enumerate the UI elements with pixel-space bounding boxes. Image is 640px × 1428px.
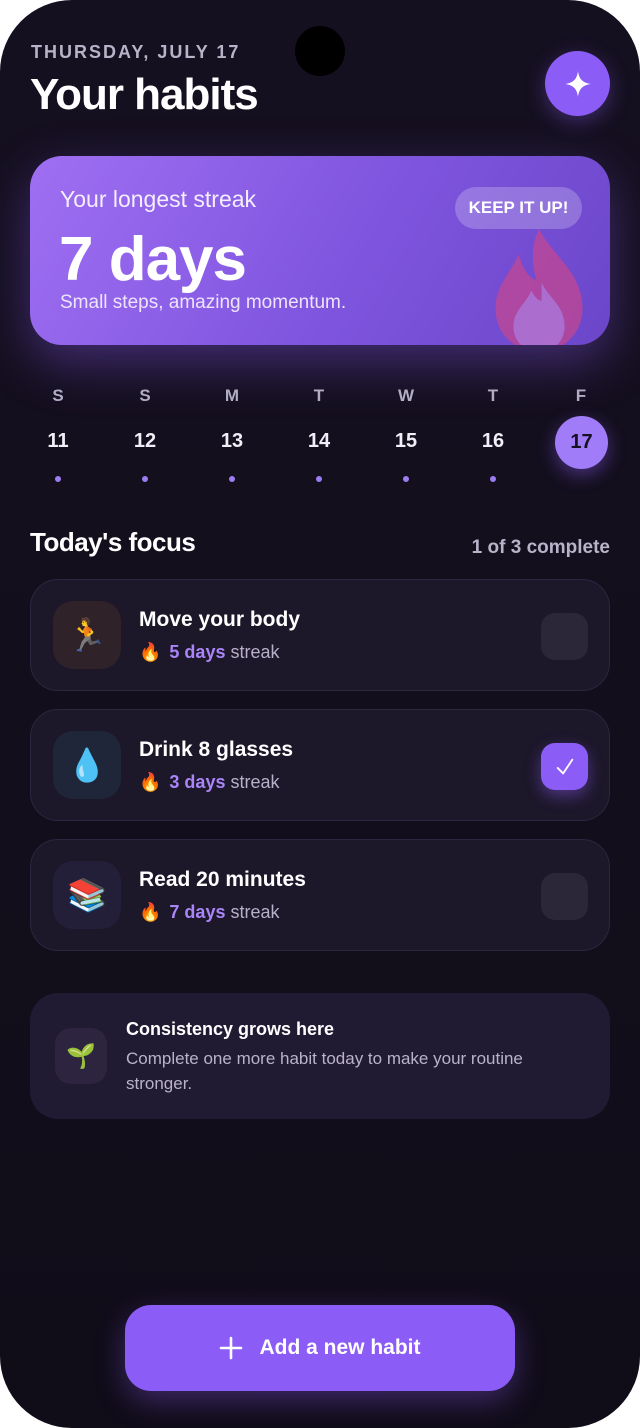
completion-dot [142,476,148,482]
seedling-icon: 🌱 [55,1028,107,1084]
weekday-label: T [487,386,499,405]
flame-icon: 🔥 [139,772,162,792]
day-14[interactable]: 14 [299,430,339,453]
day-12[interactable]: 12 [125,430,165,453]
habit-checkbox[interactable] [541,873,588,920]
plus-icon [220,1336,243,1360]
streak-count: 5 days [169,642,226,662]
runner-icon: 🏃 [53,601,121,669]
current-date: THURSDAY, JULY 17 [31,42,241,62]
day-13[interactable]: 13 [212,430,252,453]
weekday-label: T [313,386,325,405]
longest-streak-card[interactable]: Your longest streak 7 days Small steps, … [30,156,610,345]
habit-name: Read 20 minutes [139,868,306,891]
weekday-label: M [224,386,240,405]
tip-title: Consistency grows here [126,1019,335,1039]
streak-label: Your longest streak [60,186,257,212]
streak-suffix: streak [230,772,280,792]
checkmark-icon [556,758,573,774]
add-habit-label: Add a new habit [259,1336,421,1359]
weekday-label: S [52,386,64,405]
completion-dot [316,476,322,482]
flame-icon: 🔥 [139,642,162,662]
streak-suffix: streak [230,642,280,662]
streak-subtitle: Small steps, amazing momentum. [60,292,347,313]
habit-streak: 🔥 3 days streak [139,772,280,793]
habit-card-drink-8-glasses[interactable]: 💧 Drink 8 glasses 🔥 3 days streak [30,709,610,821]
sparkle-button[interactable] [545,51,610,116]
habit-card-read-20-minutes[interactable]: 📚 Read 20 minutes 🔥 7 days streak [30,839,610,951]
completion-dot [403,476,409,482]
completion-count: 1 of 3 complete [471,537,610,558]
add-habit-button[interactable]: Add a new habit [125,1305,515,1391]
consistency-tip-card: 🌱 Consistency grows here Complete one mo… [30,993,610,1119]
flame-icon [495,229,583,345]
camera-cutout [295,26,345,76]
habit-name: Drink 8 glasses [139,738,294,761]
day-17-selected[interactable]: 17 [555,416,608,469]
page-title: Your habits [30,70,259,119]
completion-dot [490,476,496,482]
habit-checkbox-checked[interactable] [541,743,588,790]
habit-name: Move your body [139,608,301,631]
keep-it-up-badge: KEEP IT UP! [455,187,582,229]
habit-checkbox[interactable] [541,613,588,660]
sparkle-icon [564,70,591,97]
tip-text: Complete one more habit today to make yo… [126,1049,523,1093]
day-16[interactable]: 16 [473,430,513,453]
habit-streak: 🔥 5 days streak [139,642,280,663]
habit-streak: 🔥 7 days streak [139,902,280,923]
habit-card-move-your-body[interactable]: 🏃 Move your body 🔥 5 days streak [30,579,610,691]
flame-icon: 🔥 [139,902,162,922]
water-drop-icon: 💧 [53,731,121,799]
weekday-label: S [139,386,151,405]
section-title: Today's focus [30,527,196,557]
completion-dot [229,476,235,482]
streak-suffix: streak [230,902,280,922]
streak-count: 3 days [169,772,226,792]
books-icon: 📚 [53,861,121,929]
day-15[interactable]: 15 [386,430,426,453]
streak-value: 7 days [59,225,247,294]
weekday-label: F [575,386,587,405]
streak-count: 7 days [169,902,226,922]
weekday-label: W [397,386,415,405]
phone-screen: THURSDAY, JULY 17 Your habits Your longe… [0,0,640,1428]
day-11[interactable]: 11 [38,430,78,453]
completion-dot [55,476,61,482]
